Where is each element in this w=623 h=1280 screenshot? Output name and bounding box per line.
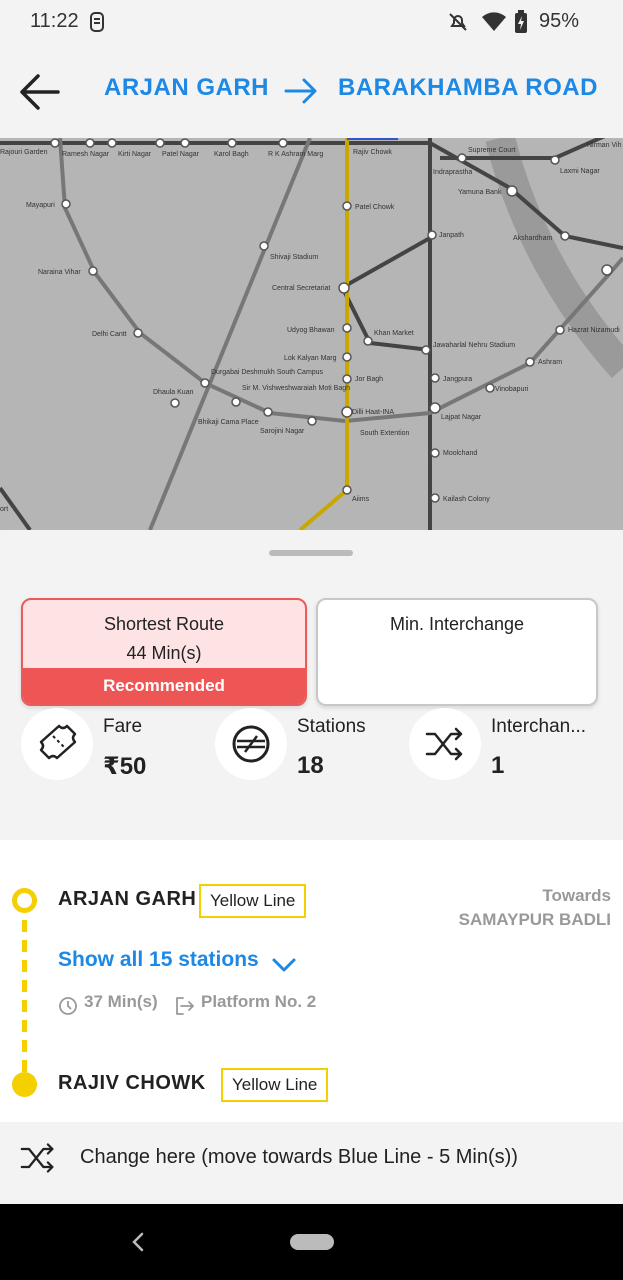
map-station-label: Vinobapuri — [495, 386, 529, 393]
mute-icon — [449, 13, 467, 31]
map-station-label: Bhikaji Cama Place — [198, 419, 259, 426]
map-station-label: Jawaharlal Nehru Stadium — [433, 342, 515, 349]
recommended-badge: Recommended — [23, 668, 305, 704]
option-title: Shortest Route — [103, 614, 225, 634]
interchange-notice: Change here (move towards Blue Line - 5 … — [0, 1122, 623, 1194]
map-station-label: Karol Bagh — [214, 151, 249, 158]
towards-destination: SAMAYPUR BADLI — [458, 910, 611, 929]
map-station-label: Nirman Vih — [587, 142, 622, 149]
show-all-stations-button[interactable]: Show all 15 stations — [58, 948, 259, 972]
towards-label: Towards — [542, 886, 611, 905]
map-station-label: R K Ashram Marg — [268, 151, 323, 158]
shuffle-icon — [409, 708, 481, 780]
map-station-label: Rajiv Chowk — [353, 149, 392, 156]
clock-icon — [59, 997, 77, 1015]
map-station-label: Laxmi Nagar — [560, 168, 600, 175]
option-time: 44 Min(s) — [126, 643, 202, 663]
map-station-label: Jangpura — [443, 376, 472, 383]
start-station-marker — [12, 888, 37, 913]
stations-stat: Stations 18 — [215, 708, 405, 788]
fare-label: Fare — [103, 716, 143, 737]
notification-icon — [90, 12, 104, 32]
chevron-down-icon[interactable] — [270, 952, 298, 976]
end-station-marker — [12, 1072, 37, 1097]
map-station-label: Patel Chowk — [355, 204, 395, 211]
map-station-label: Central Secretariat — [272, 285, 330, 292]
map-station-label: Sir M. Vishweshwaraiah Moti Bagh — [242, 385, 350, 392]
map-station-label: Rajouri Garden — [0, 149, 48, 156]
map-station-label: Akshardham — [513, 235, 552, 242]
stations-label: Stations — [297, 716, 366, 737]
map-station-label: Delhi Cantt — [92, 331, 127, 338]
start-line-tag: Yellow Line — [199, 884, 307, 918]
map-station-label: Supreme Court — [468, 147, 516, 154]
platform-number: Platform No. 2 — [201, 992, 317, 1011]
route-from: ARJAN GARH — [104, 74, 270, 101]
end-line-tag: Yellow Line — [221, 1068, 329, 1102]
map-station-label: Ramesh Nagar — [62, 151, 110, 158]
header: ARJAN GARH BARAKHAMBA ROAD — [0, 44, 623, 138]
metro-map[interactable]: Rajouri Garden Ramesh Nagar Kirti Nagar … — [0, 138, 623, 530]
route-sheet: Shortest Route 44 Min(s) Recommended Min… — [0, 530, 623, 1204]
map-station-label: Khan Market — [374, 330, 414, 337]
map-station-label: South Extention — [360, 430, 410, 437]
map-station-label: Dilli Haat-INA — [352, 409, 394, 416]
map-station-label: Ashram — [538, 359, 562, 366]
status-time: 11:22 — [30, 10, 79, 32]
battery-percent: 95% — [538, 10, 579, 32]
map-station-label: Patel Nagar — [162, 151, 200, 158]
shuffle-icon — [20, 1143, 54, 1173]
map-station-label: Shivaji Stadium — [270, 254, 318, 261]
system-nav-bar — [0, 1204, 623, 1280]
interchanges-label: Interchan... — [491, 716, 587, 737]
interchanges-stat: Interchan... 1 — [409, 708, 599, 788]
route-arrow-icon — [284, 78, 317, 104]
map-station-label: Durgabai Deshmukh South Campus — [211, 369, 324, 376]
map-station-label: Kailash Colony — [443, 496, 490, 503]
map-station-label: Sarojini Nagar — [260, 428, 305, 435]
metro-logo-icon — [215, 708, 287, 780]
fare-stat: Fare ₹50 — [21, 708, 211, 788]
ticket-icon — [21, 708, 93, 780]
battery-icon — [515, 10, 527, 33]
map-station-label: Hazrat Nizamudi — [568, 327, 620, 334]
map-station-label: Dhaula Kuan — [153, 389, 194, 396]
interchanges-value: 1 — [491, 752, 505, 779]
end-station-name: RAJIV CHOWK — [58, 1072, 206, 1094]
yellow-line-track — [22, 900, 27, 1076]
stations-value: 18 — [297, 752, 324, 779]
route-to: BARAKHAMBA ROAD — [338, 74, 598, 101]
wifi-icon — [482, 12, 506, 31]
map-station-label: Janpath — [439, 232, 464, 239]
map-station-label: Naraina Vihar — [38, 269, 81, 276]
map-station-label: Yamuna Bank — [458, 189, 502, 196]
map-station-label: Mayapuri — [26, 202, 55, 209]
platform-icon — [176, 997, 194, 1015]
min-interchange-option[interactable]: Min. Interchange — [316, 598, 598, 706]
segment-duration: 37 Min(s) — [84, 992, 158, 1011]
nav-back-icon[interactable] — [128, 1230, 148, 1254]
map-station-label: Indraprastha — [433, 169, 472, 176]
back-arrow-icon[interactable] — [16, 68, 64, 116]
nav-home-pill[interactable] — [290, 1234, 334, 1250]
option-title: Min. Interchange — [389, 614, 525, 634]
status-bar: 11:22 95% — [0, 0, 623, 44]
drag-handle[interactable] — [269, 550, 353, 556]
map-station-label: Moolchand — [443, 450, 477, 457]
map-station-label: Aiims — [352, 496, 370, 503]
map-station-label: Lok Kalyan Marg — [284, 355, 337, 362]
map-station-label: Udyog Bhawan — [287, 327, 335, 334]
map-station-label: Jor Bagh — [355, 376, 383, 383]
map-station-label: Kirti Nagar — [118, 151, 152, 158]
interchange-text: Change here (move towards Blue Line - 5 … — [80, 1146, 518, 1168]
journey-segment: ARJAN GARH Yellow Line Towards SAMAYPUR … — [0, 840, 623, 1122]
map-station-label: Lajpat Nagar — [441, 414, 482, 421]
map-station-label: ort — [0, 506, 8, 513]
start-station-name: ARJAN GARH — [58, 888, 197, 910]
fare-value: ₹50 — [103, 753, 147, 780]
shortest-route-option[interactable]: Shortest Route 44 Min(s) Recommended — [21, 598, 307, 706]
